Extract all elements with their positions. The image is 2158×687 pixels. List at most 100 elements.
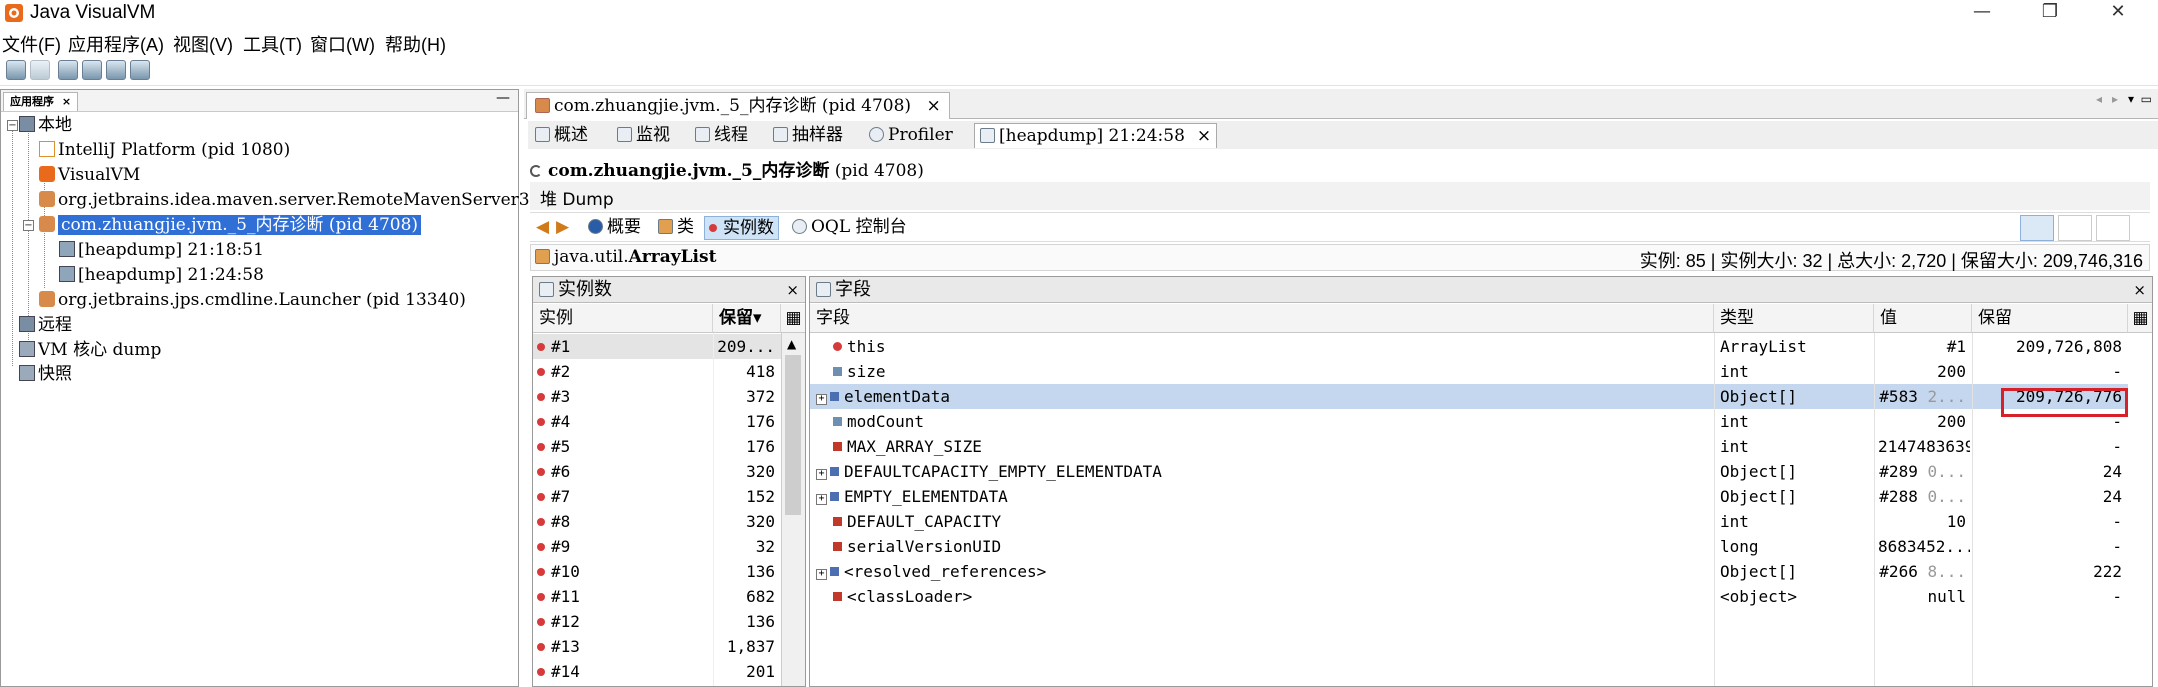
scroll-up-icon[interactable]: ▲ [787,337,796,351]
menu-application[interactable]: 应用程序(A) [68,31,164,57]
tree-node-remote[interactable]: 远程 [19,313,72,338]
col-header-value[interactable]: 值 [1874,304,1972,333]
instance-row[interactable]: #8 320 [533,509,781,534]
expand-app-toggle[interactable]: − [23,220,34,231]
tree-node-jvm-app[interactable]: com.zhuangjie.jvm._5_内存诊断 (pid 4708) [39,213,422,238]
view-mode-1-icon[interactable] [2020,215,2054,241]
instance-row[interactable]: #13 1,837 [533,634,781,659]
instance-row[interactable]: #12 136 [533,609,781,634]
expand-field-toggle[interactable]: + [816,494,827,505]
instance-row[interactable]: #4 176 [533,409,781,434]
tree-node-snapshots[interactable]: 快照 [19,362,72,387]
tree-node-core-dump[interactable]: VM 核心 dump [19,338,161,363]
instance-row[interactable]: #9 32 [533,534,781,559]
scroll-tabs-right-icon[interactable]: ▸ [2112,92,2118,106]
tree-node-intellij[interactable]: IntelliJ Platform (pid 1080) [39,138,290,163]
field-row[interactable]: + elementData Object[] #583 2... 209,726,776 [810,384,2128,409]
instance-row[interactable]: #3 372 [533,384,781,409]
column-chooser-icon[interactable]: ▦ [781,304,805,333]
instance-retained: 136 [746,562,775,581]
tab-close-icon[interactable]: × [926,96,940,116]
field-name: EMPTY_ELEMENTDATA [844,487,1008,506]
field-row[interactable]: size int 200 - [810,359,2128,384]
close-window-button[interactable]: ✕ [2088,0,2148,26]
instance-row[interactable]: #5 176 [533,434,781,459]
field-row[interactable]: + <resolved_references> Object[] #266 8... 2… [810,559,2128,584]
instance-row[interactable]: #14 201 [533,659,781,684]
scroll-thumb[interactable] [785,355,801,515]
view-mode-2-icon[interactable] [2058,215,2092,241]
field-row[interactable]: modCount int 200 - [810,409,2128,434]
add-jmx-icon[interactable] [58,60,78,80]
applications-panel: 应用程序 × — − 本地 IntelliJ Platform (pid 108… [0,89,540,687]
instances-scrollbar[interactable]: ▲ [781,333,805,686]
minimize-button[interactable]: — [1952,0,2012,26]
forward-button[interactable]: ▶ [552,216,573,240]
col-header-instance[interactable]: 实例 [533,304,713,333]
instance-row[interactable]: #7 152 [533,484,781,509]
add-snapshot-icon[interactable] [106,60,126,80]
tab-close-icon[interactable]: × [1197,126,1211,146]
java-app-icon [39,191,55,207]
add-core-dump-icon[interactable] [30,60,50,80]
col-header-field[interactable]: 字段 [810,304,1714,333]
expand-local-toggle[interactable]: − [7,120,18,131]
tree-node-visualvm[interactable]: VisualVM [39,163,140,188]
load-snapshot-icon[interactable] [130,60,150,80]
expand-field-toggle[interactable]: + [816,469,827,480]
menu-file[interactable]: 文件(F) [2,31,61,57]
menu-window[interactable]: 窗口(W) [310,31,375,57]
instances-button[interactable]: 实例数 [704,216,779,240]
summary-button[interactable]: 概要 [584,216,645,240]
scroll-tabs-left-icon[interactable]: ◂ [2096,92,2102,106]
classes-button[interactable]: 类 [654,216,698,240]
field-row[interactable]: + EMPTY_ELEMENTDATA Object[] #288 0... 24 [810,484,2128,509]
maximize-panel-icon[interactable]: ▭ [2141,92,2152,106]
field-row[interactable]: this ArrayList #1 209,726,808 [810,334,2128,359]
back-button[interactable]: ◀ [532,216,553,240]
tab-profiler[interactable]: Profiler [864,123,958,148]
maximize-button[interactable]: ❐ [2020,0,2080,26]
col-header-type[interactable]: 类型 [1714,304,1874,333]
tree-node-heapdump-1[interactable]: [heapdump] 21:18:51 [59,238,264,263]
tab-list-dropdown-icon[interactable]: ▾ [2128,92,2134,106]
tree-node-heapdump-2[interactable]: [heapdump] 21:24:58 [59,263,264,288]
tab-applications[interactable]: 应用程序 × [3,92,79,111]
instance-row[interactable]: #6 320 [533,459,781,484]
field-row[interactable]: <classLoader> <object> null - [810,584,2128,609]
tab-jvm-app[interactable]: com.zhuangjie.jvm._5_内存诊断 (pid 4708) × [526,92,950,119]
field-row[interactable]: + DEFAULTCAPACITY_EMPTY_ELEMENTDATA Object… [810,459,2128,484]
instances-panel-close[interactable]: × [786,277,799,303]
panel-minimize-button[interactable]: — [496,90,510,106]
tree-node-maven-server[interactable]: org.jetbrains.idea.maven.server.RemoteMa… [39,188,540,213]
field-value: null [1927,587,1966,606]
field-row[interactable]: serialVersionUID long 8683452... - [810,534,2128,559]
tab-heapdump[interactable]: [heapdump] 21:24:58 × [974,123,1218,148]
tab-sampler[interactable]: 抽样器 [768,123,848,148]
fields-panel-close[interactable]: × [2133,277,2146,303]
column-chooser-icon[interactable]: ▦ [2128,304,2152,333]
expand-field-toggle[interactable]: + [816,394,827,405]
tab-overview[interactable]: 概述 [530,123,593,148]
view-mode-3-icon[interactable] [2096,215,2130,241]
tab-close-icon[interactable]: × [62,95,71,108]
expand-field-toggle[interactable]: + [816,569,827,580]
instance-row[interactable]: #2 418 [533,359,781,384]
oql-console-button[interactable]: OQL 控制台 [788,216,911,240]
tab-threads[interactable]: 线程 [690,123,753,148]
menu-tools[interactable]: 工具(T) [243,31,302,57]
tab-monitor[interactable]: 监视 [612,123,675,148]
instance-row[interactable]: #10 136 [533,559,781,584]
tree-node-jps-launcher[interactable]: org.jetbrains.jps.cmdline.Launcher (pid … [39,288,466,313]
tree-node-local[interactable]: 本地 [19,113,72,138]
add-remote-host-icon[interactable] [82,60,102,80]
field-row[interactable]: MAX_ARRAY_SIZE int 2147483639 - [810,434,2128,459]
instance-row[interactable]: #11 682 [533,584,781,609]
field-row[interactable]: DEFAULT_CAPACITY int 10 - [810,509,2128,534]
col-header-retained[interactable]: 保留 [1972,304,2128,333]
instance-row[interactable]: #1 209... [533,334,781,359]
menu-view[interactable]: 视图(V) [173,31,233,57]
menu-help[interactable]: 帮助(H) [385,31,446,57]
col-header-retained[interactable]: 保留▾ [713,304,781,333]
add-application-icon[interactable] [6,60,26,80]
